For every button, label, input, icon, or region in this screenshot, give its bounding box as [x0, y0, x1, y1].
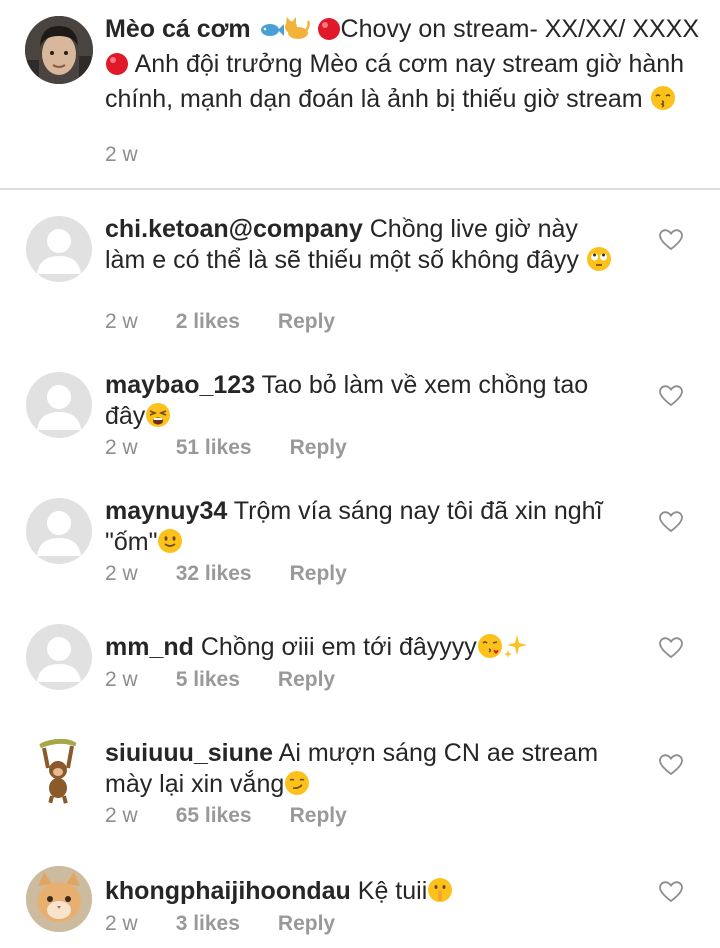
post-caption-part-b: XXXX — [632, 15, 699, 43]
heart-outline-icon[interactable] — [659, 754, 683, 776]
comment-timestamp: 2 w — [105, 310, 138, 333]
comment-text: siuiuuu_siune Ai mượn sáng CN ae stream … — [105, 738, 625, 804]
shushing-face-emoji-icon — [427, 877, 453, 911]
smirking-face-emoji-icon — [284, 770, 310, 804]
reply-button[interactable]: Reply — [290, 804, 347, 828]
reply-button[interactable]: Reply — [278, 912, 335, 936]
reply-button[interactable]: Reply — [290, 562, 347, 586]
post-timestamp: 2 w — [105, 143, 138, 166]
reply-button[interactable]: Reply — [278, 310, 335, 334]
comment-meta: 2 w 5 likes Reply — [105, 668, 335, 692]
comment-timestamp: 2 w — [105, 562, 138, 585]
reply-button[interactable]: Reply — [290, 436, 347, 460]
default-user-icon[interactable] — [26, 216, 92, 282]
reply-button[interactable]: Reply — [278, 668, 335, 692]
kissing-face-emoji-icon — [650, 85, 676, 119]
post-username[interactable]: Mèo cá cơm — [105, 15, 251, 43]
comment-text: khongphaijihoondau Kệ tuii — [105, 876, 625, 911]
comment-likes[interactable]: 32 likes — [176, 562, 252, 586]
comment-text: maybao_123 Tao bỏ làm về xem chồng tao đ… — [105, 370, 625, 436]
comment-meta: 2 w 2 likes Reply — [105, 310, 335, 334]
cat-photo-avatar[interactable] — [26, 866, 92, 932]
comment-text: mm_nd Chồng ơiii em tới đâyyyy — [105, 632, 625, 667]
tired-face-emoji-icon — [145, 402, 171, 436]
red-circle-icon — [105, 52, 129, 84]
post-caption-part-a: Chovy on stream- XX/XX/ — [340, 15, 626, 43]
post-author-avatar[interactable] — [25, 16, 93, 84]
comment-text: maynuy34 Trộm vía sáng nay tôi đã xin ng… — [105, 496, 625, 562]
slightly-smiling-face-emoji-icon — [157, 528, 183, 562]
default-user-icon[interactable] — [26, 498, 92, 564]
heart-outline-icon[interactable] — [659, 385, 683, 407]
eye-roll-emoji-icon — [586, 246, 612, 280]
comment-body: Kệ tuii — [357, 877, 428, 905]
fish-emoji-icon — [258, 18, 284, 49]
comment-timestamp: 2 w — [105, 804, 138, 827]
comment-meta: 2 w 32 likes Reply — [105, 562, 347, 586]
comment-text: chi.ketoan@company Chồng live giờ này là… — [105, 214, 625, 280]
comment-timestamp: 2 w — [105, 436, 138, 459]
comment-username[interactable]: maynuy34 — [105, 497, 227, 525]
comment-meta: 2 w 3 likes Reply — [105, 912, 335, 936]
red-circle-icon — [317, 17, 341, 49]
heart-outline-icon[interactable] — [659, 229, 683, 251]
divider — [0, 188, 720, 190]
comment-username[interactable]: maybao_123 — [105, 371, 255, 399]
comment-username[interactable]: siuiuuu_siune — [105, 739, 273, 767]
comment-timestamp: 2 w — [105, 668, 138, 691]
comment-username[interactable]: khongphaijihoondau — [105, 877, 351, 905]
comment-body: Chồng ơiii em tới đâyyyy — [200, 633, 477, 661]
default-user-icon[interactable] — [26, 624, 92, 690]
comment-meta: 2 w 51 likes Reply — [105, 436, 347, 460]
comment-likes[interactable]: 5 likes — [176, 668, 240, 692]
comment-likes[interactable]: 51 likes — [176, 436, 252, 460]
heart-outline-icon[interactable] — [659, 511, 683, 533]
monkey-avatar[interactable] — [26, 738, 92, 804]
heart-outline-icon[interactable] — [659, 881, 683, 903]
comment-likes[interactable]: 65 likes — [176, 804, 252, 828]
default-user-icon[interactable] — [26, 372, 92, 438]
comment-meta: 2 w 65 likes Reply — [105, 804, 347, 828]
post-caption-part-c: Anh đội trưởng Mèo cá cơm nay stream giờ… — [105, 50, 685, 113]
post-caption-text: Mèo cá cơm Chovy on stream- XX/XX/ XXXX … — [105, 14, 715, 119]
post-caption: Mèo cá cơm Chovy on stream- XX/XX/ XXXX … — [0, 0, 720, 188]
comment-likes[interactable]: 3 likes — [176, 912, 240, 936]
comment-timestamp: 2 w — [105, 912, 138, 935]
sparkles-emoji-icon — [503, 633, 529, 667]
cat-emoji-icon — [284, 17, 310, 49]
comment-username[interactable]: mm_nd — [105, 633, 194, 661]
comment-likes[interactable]: 2 likes — [176, 310, 240, 334]
face-blowing-kiss-emoji-icon — [477, 633, 503, 667]
comment-username[interactable]: chi.ketoan@company — [105, 215, 363, 243]
heart-outline-icon[interactable] — [659, 637, 683, 659]
